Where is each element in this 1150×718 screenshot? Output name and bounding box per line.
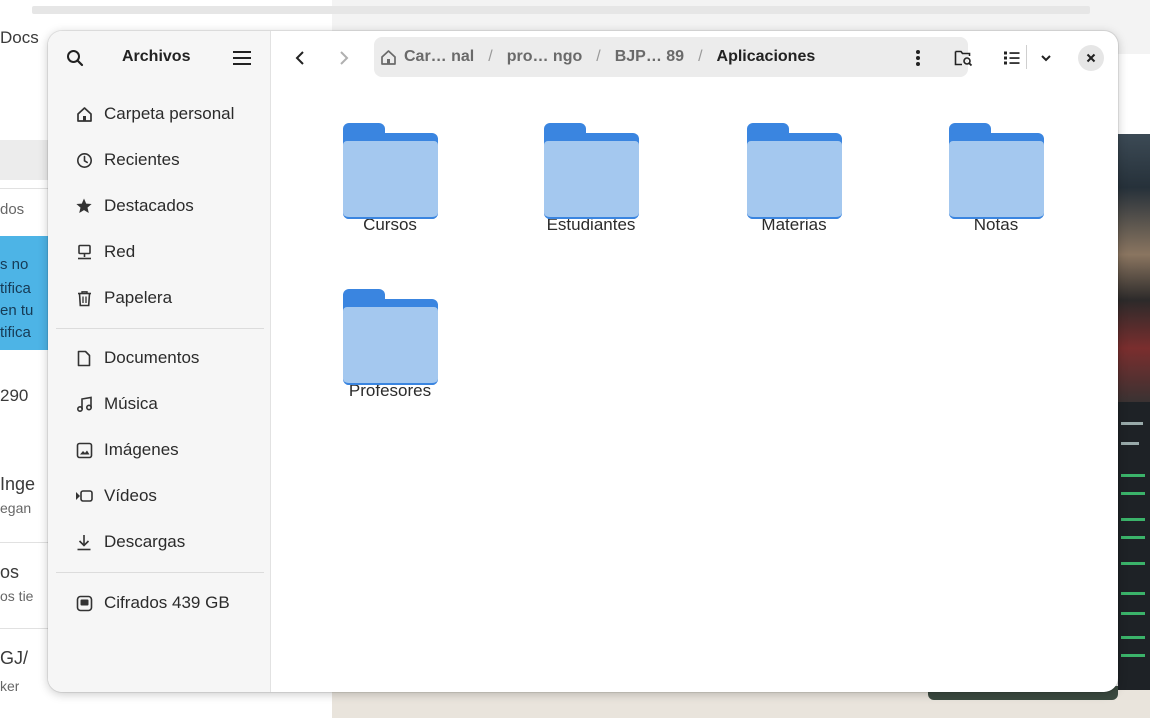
sidebar-item-label: Descargas <box>104 532 186 551</box>
folder-icon <box>543 123 639 219</box>
sidebar-item-imagenes[interactable]: Imágenes <box>56 430 263 470</box>
folder-item[interactable]: Estudiantes <box>521 85 661 235</box>
background-text: 290 <box>0 386 29 405</box>
forward-button[interactable] <box>330 44 358 72</box>
music-icon <box>74 394 94 414</box>
sidebar-separator <box>56 328 264 329</box>
folder-search-icon <box>954 50 973 67</box>
close-icon <box>1086 53 1096 63</box>
sidebar-item-label: Recientes <box>104 150 180 169</box>
chevron-down-icon <box>1041 55 1051 62</box>
sidebar-separator <box>56 572 264 573</box>
background-text: Docs <box>0 28 39 47</box>
folder-item[interactable]: Notas <box>926 85 1066 235</box>
header-bar: Car… nal / pro… ngo / BJP… 89 / Aplicaci… <box>272 31 1118 85</box>
background-photo <box>1118 134 1150 402</box>
sidebar-item-descargas[interactable]: Descargas <box>56 522 263 562</box>
breadcrumb-separator: / <box>488 48 493 65</box>
folder-item[interactable]: Materias <box>724 85 864 235</box>
close-button[interactable] <box>1078 45 1104 71</box>
sidebar-item-videos[interactable]: Vídeos <box>56 476 263 516</box>
search-in-folder-button[interactable] <box>950 44 978 72</box>
path-bar: Car… nal / pro… ngo / BJP… 89 / Aplicaci… <box>374 37 968 77</box>
breadcrumb-home[interactable]: Car… nal <box>404 48 474 66</box>
trash-icon <box>74 288 94 308</box>
background-text: Inge <box>0 474 36 494</box>
background-text: s no <box>0 256 29 273</box>
view-options-button[interactable] <box>1032 44 1060 72</box>
hamburger-menu-icon <box>233 51 251 65</box>
breadcrumb-subfolder[interactable]: BJP… 89 <box>615 48 684 66</box>
star-icon <box>74 196 94 216</box>
vertical-dots-icon <box>916 50 920 66</box>
search-button[interactable] <box>62 45 88 71</box>
home-icon <box>380 48 398 66</box>
background-text: tifica <box>0 280 31 297</box>
list-view-button[interactable] <box>998 44 1026 72</box>
sidebar-item-label: Papelera <box>104 288 173 307</box>
sidebar-item-label: Vídeos <box>104 486 157 505</box>
file-chooser-dialog: Archivos Carpeta personal Recientes Dest… <box>48 31 1118 692</box>
background-text: en tu <box>0 302 34 319</box>
clock-icon <box>74 150 94 170</box>
background-text: egan <box>0 500 32 516</box>
sidebar-item-label: Imágenes <box>104 440 179 459</box>
sidebar-item-red[interactable]: Red <box>56 232 263 272</box>
image-icon <box>74 440 94 460</box>
folder-item[interactable]: Cursos <box>320 85 460 235</box>
sidebar-item-documentos[interactable]: Documentos <box>56 338 263 378</box>
file-grid: Cursos Estudiantes Materias Notas Profes… <box>272 85 1118 692</box>
download-icon <box>74 532 94 552</box>
video-icon <box>74 486 94 506</box>
folder-item[interactable]: Profesores <box>320 251 460 401</box>
network-icon <box>74 242 94 262</box>
search-icon <box>67 50 84 67</box>
folder-icon <box>746 123 842 219</box>
sidebar: Archivos Carpeta personal Recientes Dest… <box>48 31 271 692</box>
list-view-icon <box>1004 51 1020 65</box>
drive-icon <box>74 593 94 613</box>
sidebar-item-label: Destacados <box>104 196 194 215</box>
sidebar-item-label: Música <box>104 394 158 413</box>
breadcrumb-separator: / <box>698 48 703 65</box>
sidebar-item-recientes[interactable]: Recientes <box>56 140 263 180</box>
sidebar-item-label: Red <box>104 242 136 261</box>
background-tab-strip <box>32 6 1090 14</box>
folder-icon <box>948 123 1044 219</box>
home-icon <box>74 104 94 124</box>
sidebar-item-papelera[interactable]: Papelera <box>56 278 263 318</box>
sidebar-item-destacados[interactable]: Destacados <box>56 186 263 226</box>
sidebar-item-musica[interactable]: Música <box>56 384 263 424</box>
background-text: os <box>0 562 20 582</box>
document-icon <box>74 348 94 368</box>
sidebar-item-label: Carpeta personal <box>104 104 235 123</box>
background-terminal <box>1118 402 1150 696</box>
folder-icon <box>342 123 438 219</box>
breadcrumb-separator: / <box>596 48 601 65</box>
main-menu-button[interactable] <box>228 45 256 71</box>
folder-icon <box>342 289 438 385</box>
background-text: os tie <box>0 588 34 604</box>
background-text: dos <box>0 201 25 218</box>
sidebar-header: Archivos <box>48 31 270 85</box>
sidebar-item-carpeta-personal[interactable]: Carpeta personal <box>56 94 263 134</box>
path-options-button[interactable] <box>908 44 928 72</box>
background-text: tifica <box>0 324 31 341</box>
breadcrumb-current[interactable]: Aplicaciones <box>717 48 816 66</box>
back-button[interactable] <box>286 44 314 72</box>
view-separator <box>1026 45 1027 69</box>
sidebar-item-label: Documentos <box>104 348 200 367</box>
sidebar-item-cifrados[interactable]: Cifrados 439 GB <box>56 583 263 623</box>
chevron-right-icon <box>340 51 349 65</box>
sidebar-title: Archivos <box>122 48 191 65</box>
breadcrumb-project[interactable]: pro… ngo <box>507 48 583 66</box>
chevron-left-icon <box>295 51 304 65</box>
background-text: ker <box>0 678 20 694</box>
sidebar-item-label: Cifrados 439 GB <box>104 593 230 612</box>
background-text: GJ/ <box>0 648 29 668</box>
